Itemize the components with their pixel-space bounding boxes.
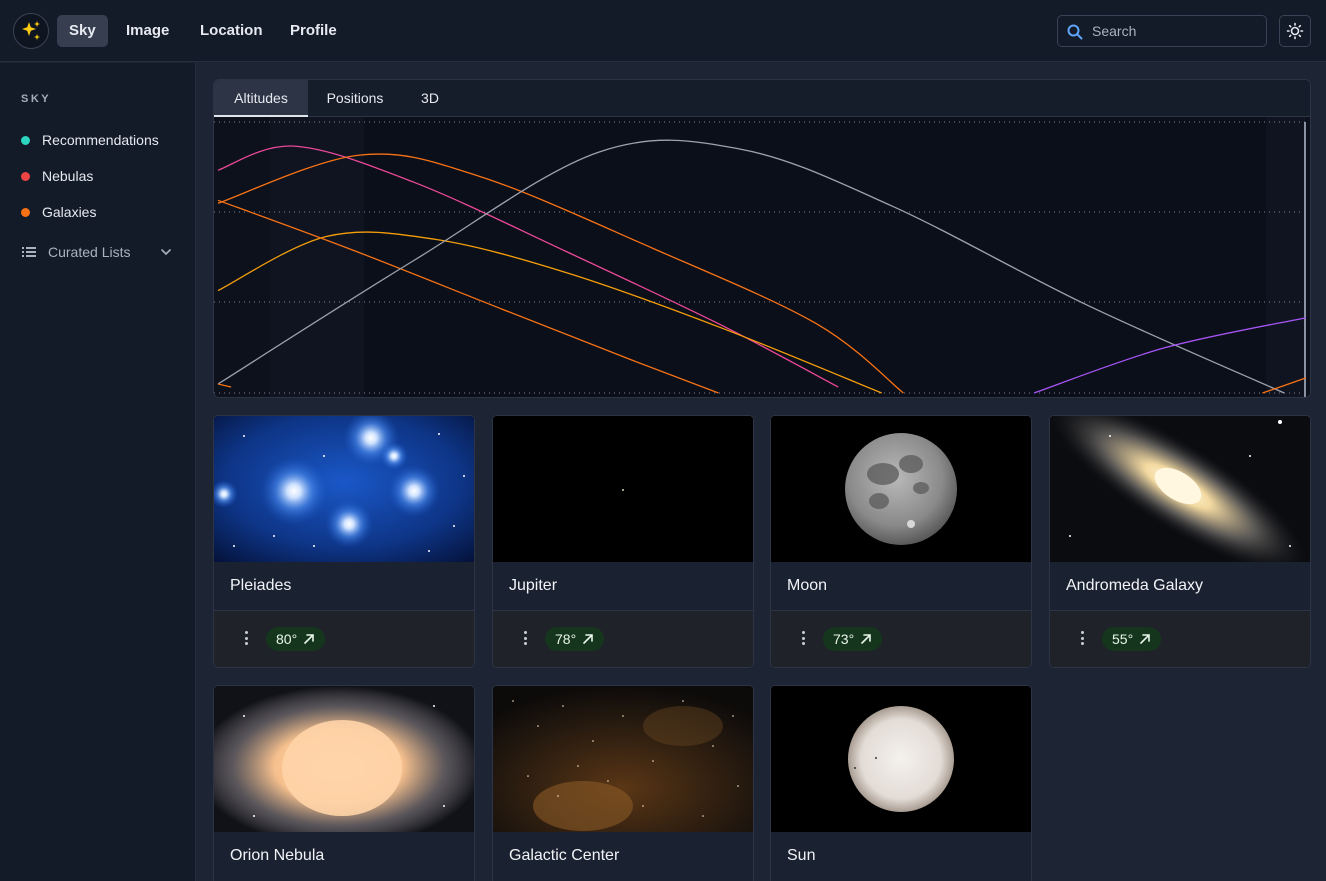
night-band xyxy=(364,117,1266,397)
card-title: Moon xyxy=(787,577,828,594)
more-options-icon[interactable] xyxy=(520,628,530,648)
nav-profile[interactable]: Profile xyxy=(278,15,349,47)
object-card-andromeda-galaxy[interactable]: Andromeda Galaxy 55° xyxy=(1049,415,1311,668)
nav-image[interactable]: Image xyxy=(114,15,181,47)
tab-positions[interactable]: Positions xyxy=(308,80,402,117)
arrow-up-right-icon xyxy=(583,634,593,644)
more-options-icon[interactable] xyxy=(1077,628,1087,648)
sidebar-item-recommendations[interactable]: Recommendations xyxy=(21,129,159,151)
status-dot xyxy=(21,171,30,181)
card-title: Andromeda Galaxy xyxy=(1066,577,1203,594)
theme-toggle-button[interactable] xyxy=(1279,15,1311,47)
altitude-badge: 80° xyxy=(266,627,326,651)
search-icon xyxy=(1067,24,1083,40)
card-footer: 80° xyxy=(214,611,474,667)
orion-nebula-image xyxy=(214,686,474,832)
tab-altitudes[interactable]: Altitudes xyxy=(214,80,308,117)
altitude-chart-panel: Altitudes Positions 3D xyxy=(213,79,1311,398)
object-card-galactic-center[interactable]: Galactic Center xyxy=(492,685,754,881)
arrow-up-right-icon xyxy=(304,634,314,644)
altitude-value: 55° xyxy=(1112,631,1134,647)
sidebar-item-label: Galaxies xyxy=(42,204,97,220)
moon-image xyxy=(771,416,1031,562)
altitude-badge: 73° xyxy=(823,627,883,651)
sidebar-item-label: Recommendations xyxy=(42,132,159,148)
card-footer: 78° xyxy=(493,611,753,667)
altitude-value: 73° xyxy=(833,631,855,647)
altitude-badge: 78° xyxy=(545,627,605,651)
altitude-value: 80° xyxy=(276,631,298,647)
curated-lists-label: Curated Lists xyxy=(48,244,131,260)
sidebar-item-nebulas[interactable]: Nebulas xyxy=(21,165,93,187)
card-title: Galactic Center xyxy=(509,847,620,864)
object-card-sun[interactable]: Sun xyxy=(770,685,1032,881)
more-options-icon[interactable] xyxy=(241,628,251,648)
altitude-badge: 55° xyxy=(1102,627,1162,651)
tab-3d[interactable]: 3D xyxy=(402,80,458,117)
pleiades-image xyxy=(214,416,474,562)
card-title: Sun xyxy=(787,847,816,864)
top-navigation-bar: Sky Image Location Profile xyxy=(0,0,1326,62)
arrow-up-right-icon xyxy=(1140,634,1150,644)
more-options-icon[interactable] xyxy=(798,628,808,648)
sidebar-item-galaxies[interactable]: Galaxies xyxy=(21,201,96,223)
sparkles-icon[interactable] xyxy=(13,13,49,49)
sidebar-item-label: Nebulas xyxy=(42,168,94,184)
altitude-chart[interactable] xyxy=(214,117,1310,397)
sun-icon xyxy=(1286,22,1304,40)
card-title: Orion Nebula xyxy=(230,847,325,864)
galactic-center-image xyxy=(493,686,753,832)
chevron-down-icon xyxy=(161,249,171,256)
object-card-moon[interactable]: Moon 73° xyxy=(770,415,1032,668)
object-card-jupiter[interactable]: Jupiter 78° xyxy=(492,415,754,668)
card-title: Jupiter xyxy=(509,577,558,594)
status-dot xyxy=(21,207,30,217)
nav-location[interactable]: Location xyxy=(188,15,275,47)
card-title: Pleiades xyxy=(230,577,292,594)
andromeda-galaxy-image xyxy=(1050,416,1310,562)
sun-image xyxy=(771,686,1031,832)
object-card-orion-nebula[interactable]: Orion Nebula xyxy=(213,685,475,881)
altitude-value: 78° xyxy=(555,631,577,647)
arrow-up-right-icon xyxy=(861,634,871,644)
search-input[interactable] xyxy=(1092,16,1260,46)
sidebar: SKY Recommendations Nebulas Galaxies Cur… xyxy=(0,63,196,881)
object-card-pleiades[interactable]: Pleiades 80° xyxy=(213,415,475,668)
nav-sky[interactable]: Sky xyxy=(57,15,108,47)
search-box[interactable] xyxy=(1057,15,1267,47)
twilight-band xyxy=(1266,117,1306,397)
chart-tabs: Altitudes Positions 3D xyxy=(214,80,1310,117)
sidebar-heading: SKY xyxy=(21,93,52,105)
jupiter-image xyxy=(493,416,753,562)
card-footer: 55° xyxy=(1050,611,1310,667)
card-footer: 73° xyxy=(771,611,1031,667)
curated-lists-toggle[interactable]: Curated Lists xyxy=(22,241,172,263)
status-dot xyxy=(21,135,30,145)
list-icon xyxy=(22,247,36,257)
